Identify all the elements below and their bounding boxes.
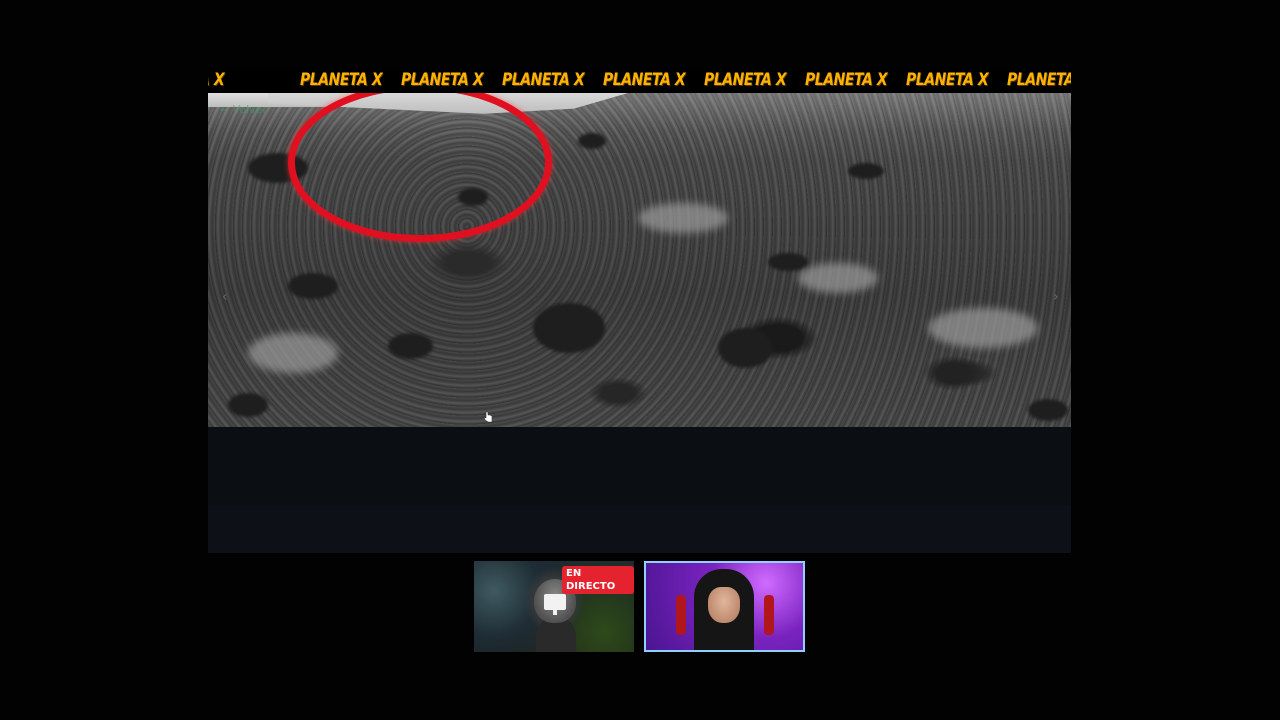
ticker-item: PLANETA X bbox=[704, 70, 787, 90]
back-link[interactable]: ← Volver bbox=[220, 103, 267, 116]
mars-terrain-image[interactable]: ← Volver ‹ › bbox=[208, 93, 1071, 427]
rock bbox=[718, 328, 773, 368]
hand-cursor-icon bbox=[483, 411, 493, 423]
rock bbox=[848, 163, 884, 179]
rock bbox=[288, 273, 338, 299]
ticker-item: PLANETA X bbox=[805, 70, 888, 90]
terrain-highlight bbox=[248, 333, 338, 373]
ticker-item: PLANETA X bbox=[502, 70, 585, 90]
rock bbox=[533, 303, 605, 353]
live-badge: EN DIRECTO bbox=[562, 566, 634, 594]
ticker-item: PLANETA X bbox=[1007, 70, 1071, 90]
next-arrow-icon[interactable]: › bbox=[1053, 289, 1059, 305]
terrain-highlight bbox=[638, 203, 728, 233]
alien-avatar-cam: EN DIRECTO bbox=[474, 561, 634, 652]
highlight-circle bbox=[288, 93, 552, 242]
ticker-item: PLANETA X bbox=[906, 70, 989, 90]
ticker-item: PLANETA X bbox=[603, 70, 686, 90]
content-panel bbox=[208, 427, 1071, 506]
monitor-icon bbox=[544, 594, 566, 615]
rock bbox=[228, 393, 268, 417]
prev-arrow-icon[interactable]: ‹ bbox=[222, 289, 228, 305]
terrain-highlight bbox=[798, 263, 878, 293]
terrain-highlight bbox=[928, 308, 1038, 348]
streamer-face bbox=[708, 587, 740, 623]
rock bbox=[578, 133, 606, 149]
planeta-x-ticker: A X PLANETA X PLANETA X PLANETA X PLANET… bbox=[208, 68, 1071, 93]
ticker-item: A X bbox=[208, 70, 225, 90]
stream-stage: A X PLANETA X PLANETA X PLANETA X PLANET… bbox=[208, 68, 1071, 553]
rock bbox=[768, 253, 808, 271]
rock bbox=[388, 333, 433, 359]
gaming-chair bbox=[676, 595, 686, 635]
footer-panel bbox=[208, 506, 1071, 553]
rock bbox=[1028, 399, 1068, 421]
gaming-chair bbox=[764, 595, 774, 635]
ticker-item: PLANETA X bbox=[300, 70, 383, 90]
streamer-webcam bbox=[644, 561, 805, 652]
ticker-item: PLANETA X bbox=[401, 70, 484, 90]
